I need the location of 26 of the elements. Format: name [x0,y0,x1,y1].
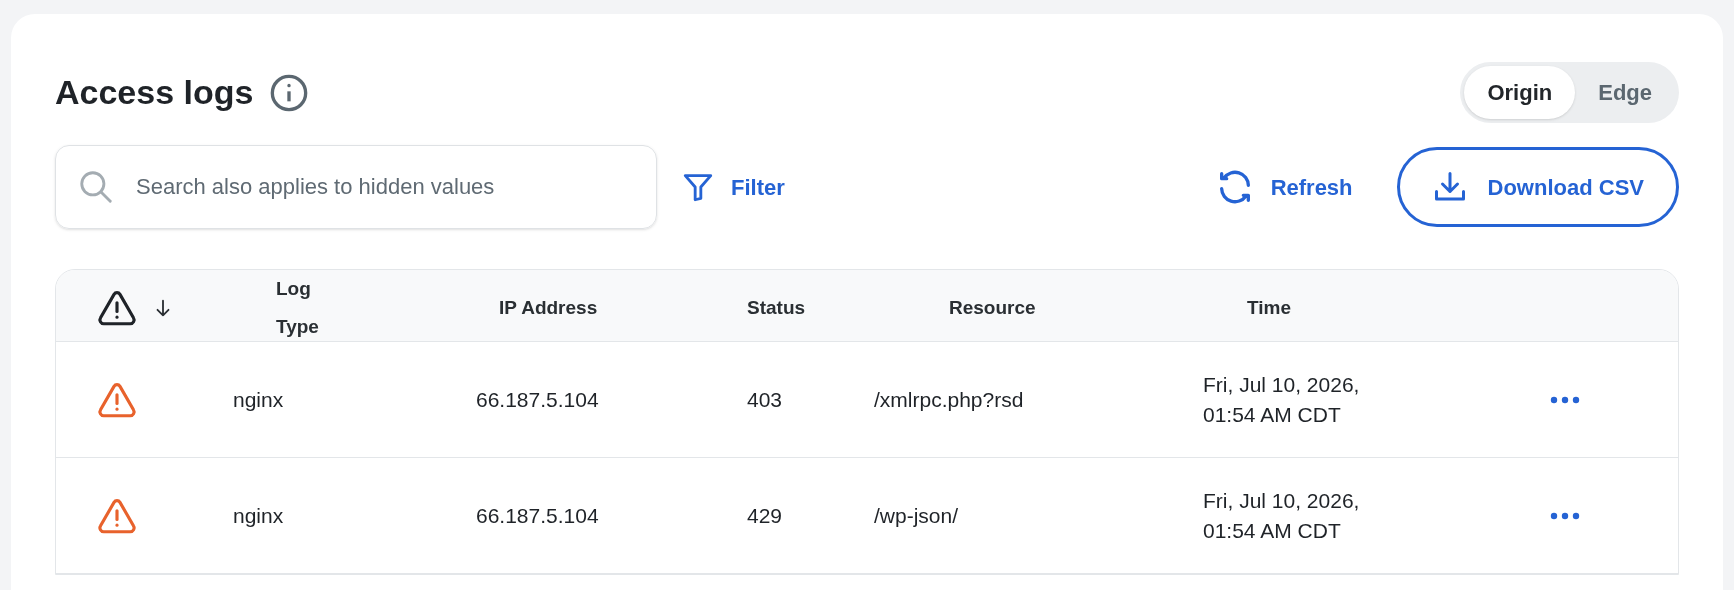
table-cell-text: Fri, Jul 10, 2026, 01:54 AM CDT [1203,371,1361,428]
refresh-button[interactable]: Refresh [1214,167,1353,207]
download-csv-button[interactable]: Download CSV [1396,147,1679,227]
table-cell: 429 [747,503,783,527]
table-cell: 66.187.5.104 [476,387,599,411]
table-cell: nginx [233,503,284,527]
table-cell: 403 [747,387,783,411]
search-icon [77,168,115,206]
table-cell-text: Fri, Jul 10, 2026, 01:54 AM CDT [1203,487,1361,544]
column-header: Status [747,297,806,318]
column-header: IP Address [499,297,598,318]
more-icon [1550,511,1580,520]
toggle-option[interactable]: Origin [1464,66,1576,119]
search-field[interactable]: Search also applies to hidden values [55,145,657,229]
info-icon[interactable] [269,72,310,113]
more-icon [1550,395,1580,404]
column-header: Log Type [276,278,319,337]
column-header: Time [1247,297,1291,318]
filter-button[interactable]: Filter [681,170,785,204]
table-cell: nginx [233,387,284,411]
page-title: Access logs [55,72,254,113]
toggle-option[interactable]: Edge [1575,66,1675,119]
table-cell: /wp-json/ [874,503,959,527]
column-header: Resource [949,297,1036,318]
table-cell: 66.187.5.104 [476,503,599,527]
table-cell: /xmlrpc.php?rsd [874,387,1024,411]
